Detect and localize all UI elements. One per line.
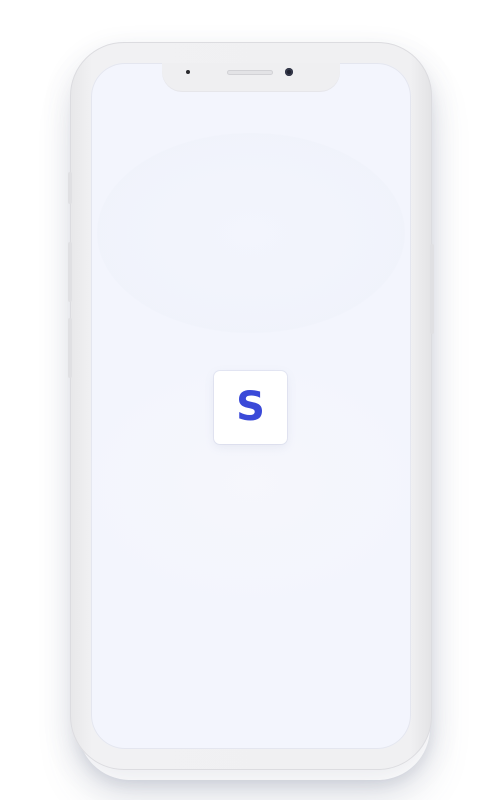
earpiece-speaker [227, 70, 273, 75]
silent-switch [68, 172, 72, 204]
mockup-stage: S [0, 0, 500, 800]
home-indicator [200, 742, 300, 746]
volume-down-button [68, 318, 72, 378]
app-logo-letter: S [236, 383, 265, 430]
notch [162, 63, 340, 91]
front-camera-icon [285, 68, 293, 76]
screen-highlight [97, 133, 405, 333]
app-logo-tile[interactable]: S [214, 371, 287, 444]
power-button [430, 244, 434, 334]
proximity-sensor-icon [186, 70, 190, 74]
volume-up-button [68, 242, 72, 302]
